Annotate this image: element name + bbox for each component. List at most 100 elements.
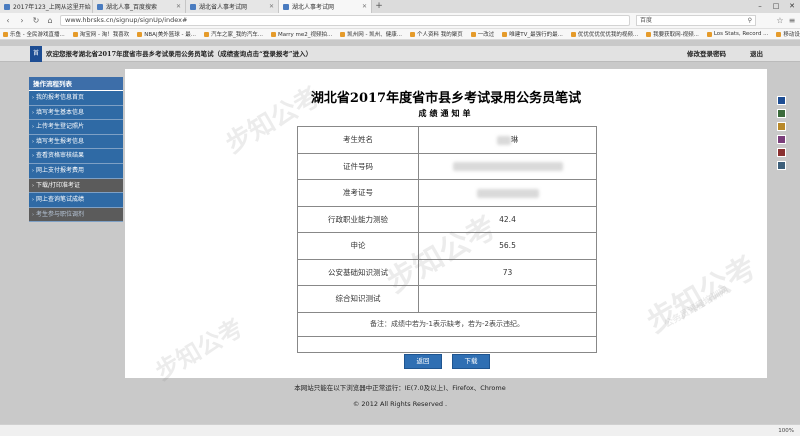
bookmark-item[interactable]: 乐鱼 - 全民游戏直播... (3, 30, 65, 38)
bookmark-label: 移动设备书签 (783, 32, 800, 38)
site-header: 首 欢迎您报考湖北省2017年度省市县乡考试录用公务员笔试（成绩查询点击“登录报… (0, 46, 800, 62)
close-icon[interactable]: ✕ (269, 3, 274, 10)
score-table: 考生姓名 琳 证件号码 准考证号 行政职业能力测验 42.4 申论 56.5 公… (297, 126, 597, 353)
change-password-link[interactable]: 修改登录密码 (687, 46, 726, 62)
menu-item-admission-ticket[interactable]: › 下载/打印准考证 (29, 178, 123, 194)
bookmark-icon (203, 31, 209, 37)
row-label: 综合知识测试 (297, 285, 419, 313)
theme-swatch[interactable] (777, 148, 786, 157)
star-icon[interactable]: ☆ (776, 16, 784, 25)
tab-label: 湖北人事_百度搜索 (106, 4, 158, 11)
download-button[interactable]: 下载 (452, 354, 490, 369)
tab-label: 湖北人事考试网 (292, 4, 335, 11)
bookmark-item[interactable]: 唯建TV_最强行的最... (502, 30, 563, 38)
maximize-icon[interactable]: □ (768, 0, 784, 13)
menu-item-application-info[interactable]: › 填写考生报考信息 (29, 134, 123, 150)
menu-item-score-query[interactable]: › 网上查询笔试成绩 (29, 193, 123, 208)
menu-item-basic-info[interactable]: › 填写考生基本信息 (29, 105, 123, 121)
bookmark-icon (570, 31, 576, 37)
zoom-level[interactable]: 100% (778, 428, 794, 434)
menu-item-payment[interactable]: › 网上支付报考费用 (29, 163, 123, 179)
arrow-icon: › (32, 211, 34, 218)
browser-tab-active[interactable]: 湖北人事考试网 ✕ (279, 0, 372, 13)
close-icon[interactable]: ✕ (362, 3, 367, 10)
bookmark-icon (137, 31, 143, 37)
bookmark-item[interactable]: Los Stats, Record ... (706, 31, 769, 37)
row-label: 申论 (297, 232, 419, 260)
menu-title: 操作流程列表 (29, 77, 123, 91)
home-tab[interactable]: 首 (30, 46, 42, 62)
tab-label: 2017年123_上网从这里开始 (13, 4, 91, 11)
bookmark-item[interactable]: 个人资料 我的聚页 (409, 30, 463, 38)
address-bar: ‹ › ↻ ⌂ www.hbrsks.cn/signup/signUp/inde… (0, 13, 800, 29)
bookmark-item[interactable]: 淘宝网 - 淘！我喜欢 (72, 30, 129, 38)
theme-swatches (777, 96, 786, 174)
arrow-icon: › (32, 153, 34, 160)
bookmark-item[interactable]: 我要获取网-视频... (646, 30, 699, 38)
favicon-icon (190, 3, 196, 10)
theme-swatch[interactable] (777, 161, 786, 170)
bookmark-icon (3, 31, 8, 37)
home-icon[interactable]: ⌂ (46, 16, 54, 25)
menu-item-upload-photo[interactable]: › 上传考生登记照片 (29, 120, 123, 135)
theme-swatch[interactable] (777, 109, 786, 118)
logout-link[interactable]: 退出 (750, 46, 763, 62)
toolbar-icons: ☆ ≡ (776, 16, 796, 25)
arrow-icon: › (32, 124, 34, 131)
search-engine-box[interactable]: 百度 ⚲ (636, 15, 756, 26)
search-icon[interactable]: ⚲ (748, 16, 752, 25)
score-notice-panel: 湖北省2017年度省市县乡考试录用公务员笔试 成绩通知单 考生姓名 琳 证件号码… (125, 69, 767, 378)
menu-item-label: 填写考生报考信息 (36, 137, 85, 145)
bookmark-item[interactable]: 优优优优优优我的视频... (570, 30, 638, 38)
row-value (418, 179, 597, 207)
bookmark-item[interactable]: 凯州网 - 凯州、健康... (340, 30, 402, 38)
browser-tab[interactable]: 2017年123_上网从这里开始✕ (0, 0, 93, 13)
page-title: 湖北省2017年度省市县乡考试录用公务员笔试 (310, 91, 582, 106)
window-controls: – □ ✕ (752, 0, 800, 13)
redacted-value (476, 188, 539, 198)
menu-item-home[interactable]: › 我的报考信息首页 (29, 91, 123, 106)
theme-swatch[interactable] (777, 135, 786, 144)
close-window-icon[interactable]: ✕ (784, 0, 800, 13)
bookmark-icon (502, 31, 508, 37)
forward-icon[interactable]: › (18, 16, 26, 25)
arrow-icon: › (32, 95, 34, 101)
close-icon[interactable]: ✕ (176, 3, 181, 10)
bookmark-item[interactable]: NBA|美外篮球 - 最... (137, 30, 196, 38)
menu-item-label: 查看资格审核结果 (36, 152, 85, 160)
menu-icon[interactable]: ≡ (788, 16, 796, 25)
bookmark-label: 一改过 (477, 32, 495, 38)
row-value: 73 (418, 258, 597, 286)
browser-tab[interactable]: 湖北省人事考试网 ✕ (186, 0, 279, 13)
bookmark-item[interactable]: 一改过 (470, 30, 495, 38)
candidate-name: 琳 (510, 135, 519, 145)
mobile-bookmarks[interactable]: 移动设备书签 (776, 30, 800, 38)
menu-item-label: 网上支付报考费用 (36, 166, 85, 174)
welcome-text: 欢迎您报考湖北省2017年度省市县乡考试录用公务员笔试（成绩查询点击“登录报考”… (46, 50, 313, 58)
bookmark-label: 凯州网 - 凯州、健康... (347, 32, 402, 38)
new-tab-button[interactable]: + (372, 0, 386, 13)
menu-item-label: 网上查询笔试成绩 (36, 196, 85, 204)
back-icon[interactable]: ‹ (4, 16, 12, 25)
minimize-icon[interactable]: – (752, 0, 768, 13)
bookmark-item[interactable]: 汽车之家_我的汽车... (203, 30, 263, 38)
reload-icon[interactable]: ↻ (32, 16, 40, 25)
row-label: 公安基础知识测试 (297, 258, 419, 286)
bookmark-icon (470, 31, 476, 37)
browser-tab[interactable]: 湖北人事_百度搜索 ✕ (93, 0, 186, 13)
bookmark-label: Los Stats, Record ... (713, 31, 769, 37)
menu-item-review-result[interactable]: › 查看资格审核结果 (29, 149, 123, 164)
favicon-icon (4, 3, 10, 10)
row-label: 考生姓名 (297, 126, 419, 154)
bookmark-item[interactable]: Marry me2_视频拍... (270, 30, 332, 38)
theme-swatch[interactable] (777, 96, 786, 105)
table-row: 证件号码 (297, 152, 597, 180)
redacted-value (496, 135, 511, 145)
table-row-note: 备注：成绩中若为-1表示缺考，若为-2表示违纪。 (297, 311, 597, 337)
bookmarks-bar: 乐鱼 - 全民游戏直播... 淘宝网 - 淘！我喜欢 NBA|美外篮球 - 最.… (0, 29, 800, 40)
theme-swatch[interactable] (777, 122, 786, 131)
back-button[interactable]: 返回 (404, 354, 442, 369)
menu-item-position-adjustment[interactable]: › 考生参与职位调剂 (29, 207, 123, 223)
url-input[interactable]: www.hbrsks.cn/signup/signUp/index# (60, 15, 630, 26)
process-menu: 操作流程列表 › 我的报考信息首页 › 填写考生基本信息 › 上传考生登记照片 › 填写… (29, 77, 123, 223)
